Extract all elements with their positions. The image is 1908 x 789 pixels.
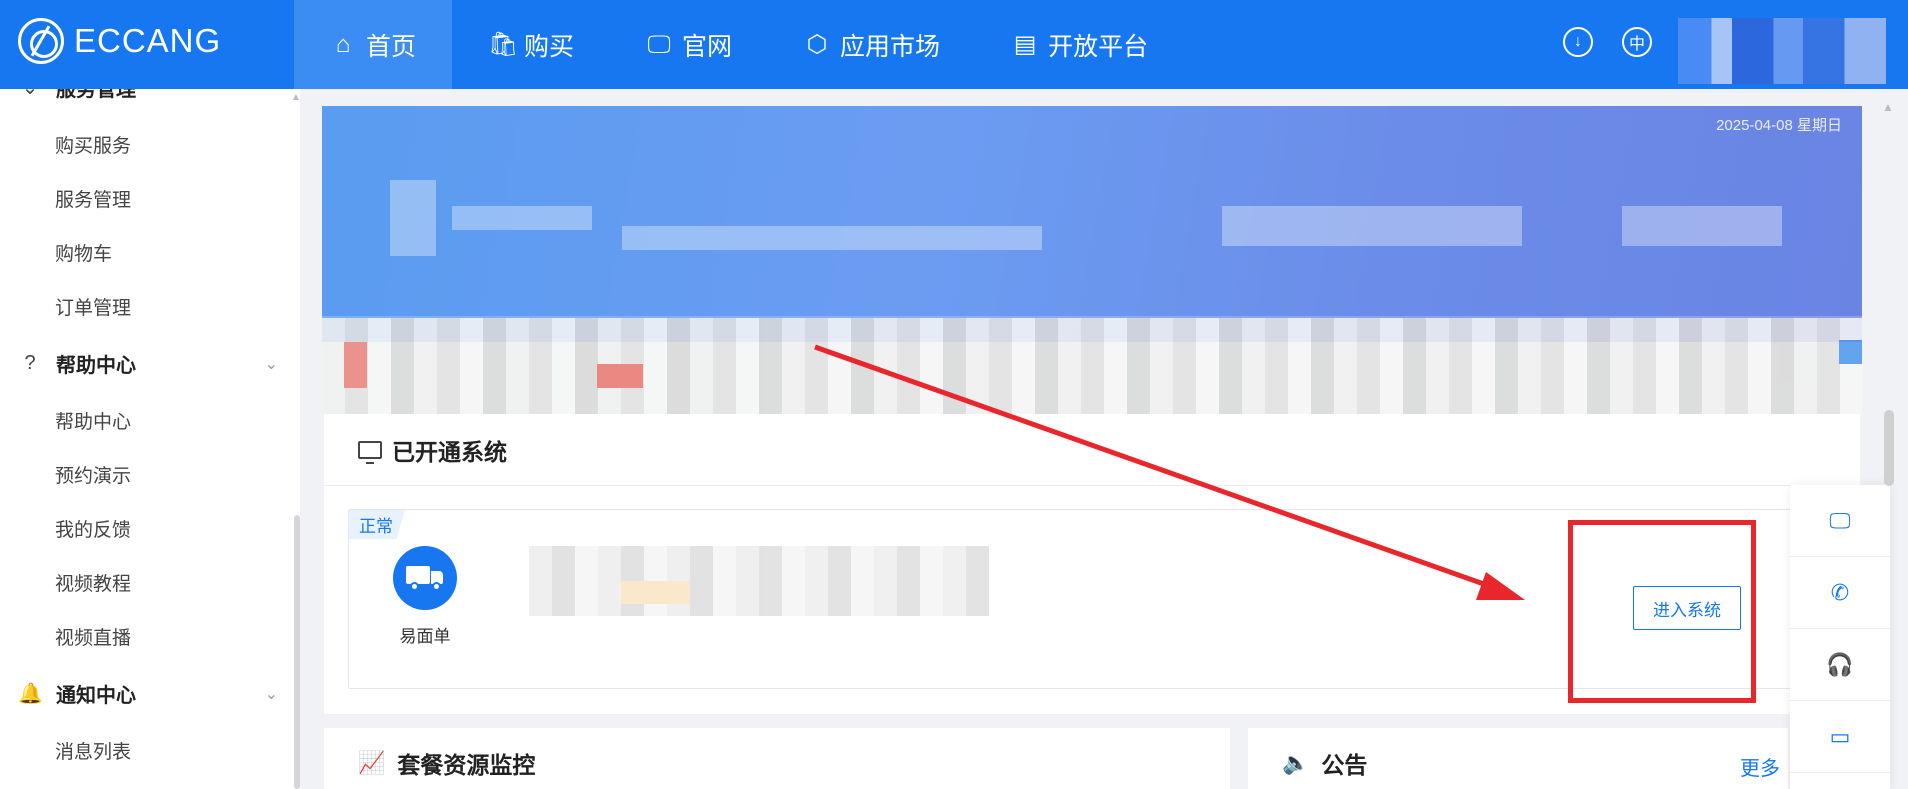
nav-website-label: 官网 (682, 32, 733, 61)
sidebar-item-service-management[interactable]: 服务管理 (55, 185, 131, 212)
sidebar-item-my-feedback[interactable]: 我的反馈 (55, 515, 131, 542)
shopping-bag-icon: 🛍 (488, 31, 519, 58)
banner-pixel (452, 206, 592, 230)
floating-contact-bar: 🖵 ✆ 🎧 ▭ (1790, 485, 1890, 789)
headset-icon[interactable]: 🎧 (1790, 629, 1890, 701)
chevron-down-icon: ⌄ (264, 355, 278, 373)
banner-pixel (622, 226, 1042, 250)
sidebar-item-live-video[interactable]: 视频直播 (55, 623, 131, 650)
sidebar-item-video-tutorials[interactable]: 视频教程 (55, 569, 131, 596)
sidebar-group-label: 帮助中心 (56, 355, 136, 377)
app-details-blurred (529, 546, 989, 616)
nav-open-platform-label: 开放平台 (1048, 32, 1149, 61)
nav-home[interactable]: ⌂ 首页 (294, 0, 453, 89)
nav-app-market-label: 应用市场 (840, 32, 941, 61)
sidebar-item-cart[interactable]: 购物车 (55, 239, 112, 266)
sidebar-scrollbar[interactable] (294, 515, 300, 789)
more-link[interactable]: 更多 (1740, 752, 1780, 781)
chevron-down-icon: ⌄ (18, 89, 42, 100)
cube-icon: ⬡ (806, 31, 828, 58)
stats-row-blurred (322, 318, 1862, 414)
status-badge: 正常 (349, 510, 405, 539)
sidebar-group-help-center[interactable]: ? 帮助中心 ⌄ (18, 349, 278, 378)
highlight-box (1568, 520, 1756, 703)
download-icon[interactable]: ↓ (1563, 27, 1593, 57)
chevron-down-icon: ⌄ (264, 685, 278, 703)
welcome-banner-blurred: 2025-04-08 星期日 (322, 106, 1862, 342)
main-scrollbar[interactable] (1884, 410, 1894, 486)
main-scroll-up-icon[interactable]: ▲ (1882, 100, 1894, 114)
nav-app-market[interactable]: ⬡ 应用市场 (768, 0, 976, 89)
package-monitor-panel: 📈 套餐资源监控 (324, 728, 1230, 789)
top-navigation-bar: ECCANG ⌂ 首页 🛍 购买 🖵 官网 ⬡ 应用市场 ▤ 开放平台 ↓ 中 (0, 0, 1908, 89)
home-icon: ⌂ (335, 30, 351, 58)
monitor-icon[interactable]: 🖵 (1790, 485, 1890, 557)
language-switch-button[interactable]: 中 (1622, 27, 1652, 57)
sidebar-group-label: 服务管理 (56, 89, 136, 101)
sidebar-item-book-demo[interactable]: 预约演示 (55, 461, 131, 488)
blurred-pixel (597, 364, 643, 388)
bell-icon: 🔔 (18, 683, 43, 705)
sidebar-group-service-management[interactable]: ⌄ 服务管理 (18, 89, 278, 102)
sidebar-group-label: 通知中心 (56, 685, 136, 707)
message-icon[interactable]: ▭ (1790, 701, 1890, 773)
brand-name: ECCANG (74, 22, 222, 59)
truck-icon (393, 546, 457, 610)
brand-logo[interactable]: ECCANG (18, 18, 221, 64)
logo-mark-icon (18, 18, 64, 64)
nav-home-label: 首页 (366, 32, 417, 61)
blurred-pixel (1839, 340, 1862, 364)
sidebar-item-message-list[interactable]: 消息列表 (55, 737, 131, 764)
sidebar-group-notification-center[interactable]: 🔔 通知中心 ⌄ (18, 679, 278, 708)
nav-buy[interactable]: 🛍 购买 (452, 0, 610, 89)
panel-title: 套餐资源监控 (397, 752, 536, 778)
help-icon: ? (24, 352, 36, 374)
monitor-icon: 🖵 (647, 30, 671, 58)
banner-pixel (390, 180, 436, 256)
document-list-icon: ▤ (1013, 31, 1037, 58)
announcement-panel: 🔈 公告 更多 (1248, 728, 1788, 789)
sidebar-scroll-up-icon[interactable]: ▲ (291, 92, 301, 103)
sidebar-item-help-center[interactable]: 帮助中心 (55, 407, 131, 434)
phone-icon[interactable]: ✆ (1790, 557, 1890, 629)
speaker-icon: 🔈 (1282, 750, 1310, 775)
nav-buy-label: 购买 (524, 32, 575, 61)
banner-pixel (1622, 206, 1782, 246)
panel-title: 公告 (1321, 752, 1368, 778)
app-name: 易面单 (399, 627, 451, 646)
trend-chart-icon: 📈 (358, 750, 386, 775)
sidebar-item-buy-service[interactable]: 购买服务 (55, 131, 131, 158)
banner-pixel (1222, 206, 1522, 246)
banner-date: 2025-04-08 星期日 (1716, 117, 1842, 134)
blurred-pixel (344, 342, 367, 388)
nav-website[interactable]: 🖵 官网 (610, 0, 768, 89)
sidebar-item-orders[interactable]: 订单管理 (55, 293, 131, 320)
main-nav: ⌂ 首页 🛍 购买 🖵 官网 ⬡ 应用市场 ▤ 开放平台 (294, 0, 1184, 89)
blurred-pixel (621, 581, 690, 604)
panel-header: 已开通系统 (324, 414, 1860, 486)
monitor-icon (358, 440, 382, 464)
user-avatar-blurred[interactable] (1678, 18, 1886, 84)
sidebar: ⌄ 服务管理 购买服务 服务管理 购物车 订单管理 ? 帮助中心 ⌄ 帮助中心 … (0, 89, 300, 789)
nav-open-platform[interactable]: ▤ 开放平台 (976, 0, 1184, 89)
panel-title: 已开通系统 (392, 438, 507, 465)
